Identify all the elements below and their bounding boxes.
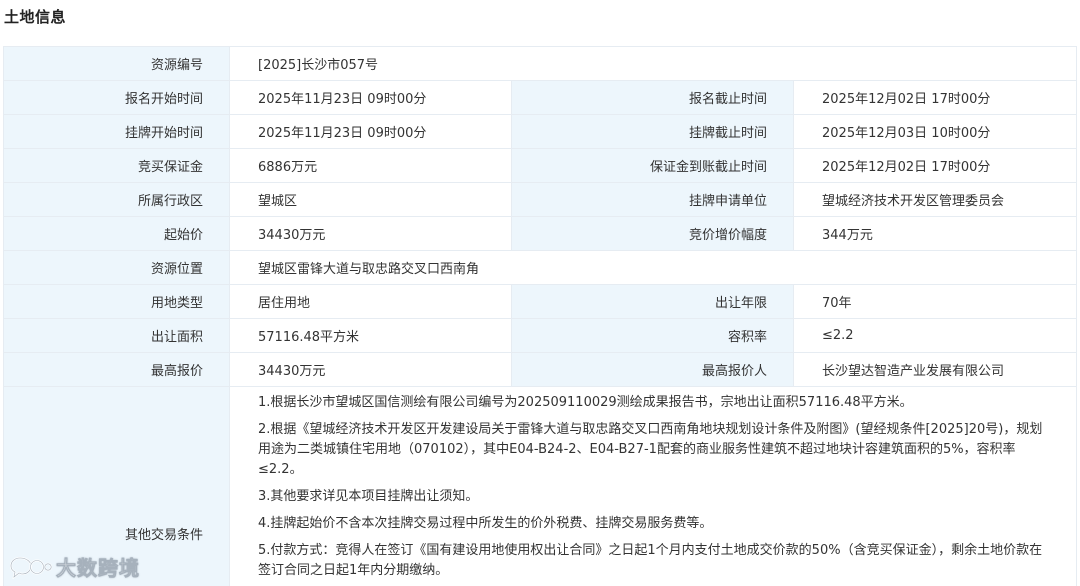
deposit-value: 6886万元 [229,148,512,183]
land-info-page: 土地信息 资源编号 [2025]长沙市057号 报名开始时间 2025年11月2… [0,0,1080,586]
location-label: 资源位置 [3,250,230,285]
land-info-table: 资源编号 [2025]长沙市057号 报名开始时间 2025年11月23日 09… [3,46,1078,586]
table-row: 其他交易条件 1.根据长沙市望城区国信测绘有限公司编号为202509110029… [3,386,1078,586]
table-row: 所属行政区 望城区 挂牌申请单位 望城经济技术开发区管理委员会 [3,182,1078,217]
term-value: 70年 [792,284,1078,319]
table-row: 竞买保证金 6886万元 保证金到账截止时间 2025年12月02日 17时00… [3,148,1078,183]
table-row: 最高报价 34430万元 最高报价人 长沙望达智造产业发展有限公司 [3,352,1078,387]
listing-start-label: 挂牌开始时间 [3,114,230,149]
watermark: 大数跨境 [10,552,140,581]
far-label: 容积率 [511,318,794,353]
other-conditions-label-text: 其他交易条件 [124,528,203,543]
far-value: ≤2.2 [792,318,1078,353]
increment-value: 344万元 [792,216,1078,251]
resource-no-value: [2025]长沙市057号 [228,46,1078,81]
table-row: 报名开始时间 2025年11月23日 09时00分 报名截止时间 2025年12… [3,80,1078,115]
table-row: 出让面积 57116.48平方米 容积率 ≤2.2 [3,318,1078,353]
land-use-label: 用地类型 [3,284,230,319]
table-row: 挂牌开始时间 2025年11月23日 09时00分 挂牌截止时间 2025年12… [3,114,1078,149]
condition-item: 5.付款方式：竞得人在签订《国有建设用地使用权出让合同》之日起1个月内支付土地成… [258,543,1043,578]
other-conditions-value: 1.根据长沙市望城区国信测绘有限公司编号为202509110029测绘成果报告书… [228,386,1078,586]
start-price-value: 34430万元 [229,216,512,251]
resource-no-label: 资源编号 [3,46,230,81]
listing-end-label: 挂牌截止时间 [511,114,794,149]
table-row: 起始价 34430万元 竞价增价幅度 344万元 [3,216,1078,251]
listing-end-value: 2025年12月03日 10时00分 [792,114,1078,149]
table-row: 资源位置 望城区雷锋大道与取忠路交叉口西南角 [3,250,1078,285]
condition-item: 4.挂牌起始价不含本次挂牌交易过程中所发生的价外税费、挂牌交易服务费等。 [258,516,713,531]
term-label: 出让年限 [511,284,794,319]
signup-start-value: 2025年11月23日 09时00分 [229,80,512,115]
deposit-deadline-value: 2025年12月02日 17时00分 [792,148,1078,183]
start-price-label: 起始价 [3,216,230,251]
condition-item: 1.根据长沙市望城区国信测绘有限公司编号为202509110029测绘成果报告书… [258,395,913,410]
increment-label: 竞价增价幅度 [511,216,794,251]
deposit-label: 竞买保证金 [3,148,230,183]
table-row: 用地类型 居住用地 出让年限 70年 [3,284,1078,319]
signup-end-label: 报名截止时间 [511,80,794,115]
land-use-value: 居住用地 [229,284,512,319]
applicant-value: 望城经济技术开发区管理委员会 [792,182,1078,217]
highest-price-label: 最高报价 [3,352,230,387]
table-row: 资源编号 [2025]长沙市057号 [3,46,1078,81]
district-label: 所属行政区 [3,182,230,217]
watermark-text: 大数跨境 [56,556,140,581]
highest-price-value: 34430万元 [229,352,512,387]
listing-start-value: 2025年11月23日 09时00分 [229,114,512,149]
signup-start-label: 报名开始时间 [3,80,230,115]
district-value: 望城区 [229,182,512,217]
area-label: 出让面积 [3,318,230,353]
highest-bidder-label: 最高报价人 [511,352,794,387]
signup-end-value: 2025年12月02日 17时00分 [792,80,1078,115]
condition-item: 2.根据《望城经济技术开发区开发建设局关于雷锋大道与取忠路交叉口西南角地块规划设… [258,422,1043,477]
applicant-label: 挂牌申请单位 [511,182,794,217]
section-title: 土地信息 [4,8,67,26]
condition-item: 3.其他要求详见本项目挂牌出让须知。 [258,489,479,504]
chat-bubble-logo-icon [10,556,52,579]
deposit-deadline-label: 保证金到账截止时间 [511,148,794,183]
highest-bidder-value: 长沙望达智造产业发展有限公司 [792,352,1078,387]
area-value: 57116.48平方米 [229,318,512,353]
location-value: 望城区雷锋大道与取忠路交叉口西南角 [228,250,1078,285]
